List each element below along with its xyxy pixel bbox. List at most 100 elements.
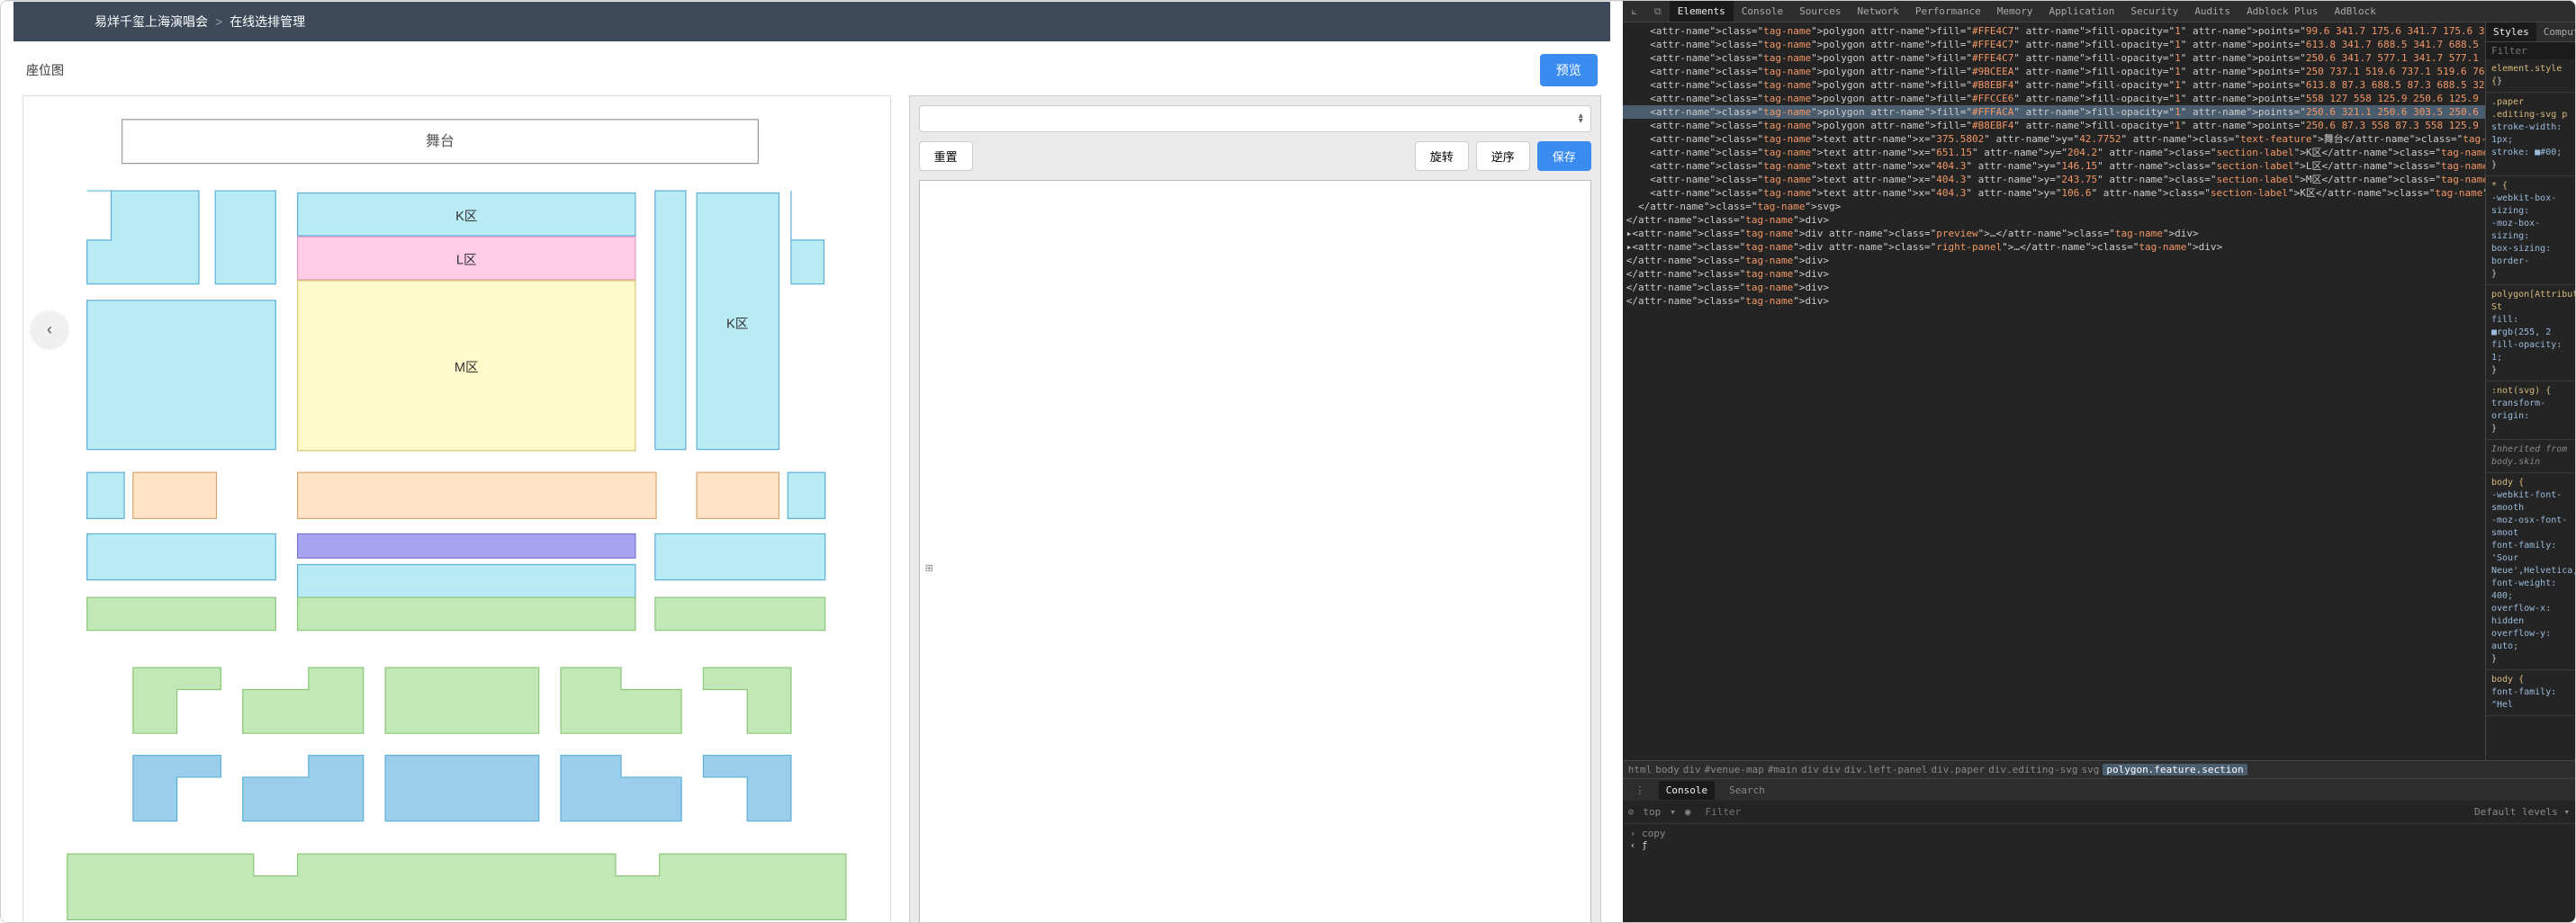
- feature[interactable]: [385, 756, 539, 821]
- console-clear-icon[interactable]: ⊘: [1628, 806, 1635, 818]
- console-tab[interactable]: Console: [1659, 781, 1715, 800]
- devtools-tab-performance[interactable]: Performance: [1907, 1, 1989, 22]
- dom-node[interactable]: <attr-name">class="tag-name">polygon att…: [1623, 119, 2485, 132]
- dom-node[interactable]: <attr-name">class="tag-name">text attr-n…: [1623, 173, 2485, 186]
- dom-node[interactable]: <attr-name">class="tag-name">text attr-n…: [1623, 146, 2485, 159]
- dom-node[interactable]: <attr-name">class="tag-name">polygon att…: [1623, 105, 2485, 119]
- dom-node[interactable]: <attr-name">class="tag-name">polygon att…: [1623, 78, 2485, 92]
- devtools-tab-application[interactable]: Application: [2040, 1, 2122, 22]
- feature[interactable]: [87, 472, 124, 518]
- feature-selected[interactable]: [298, 472, 656, 518]
- editing-svg[interactable]: 舞台 K区 L区 M区 K区: [23, 96, 890, 923]
- devtools-tab-elements[interactable]: Elements: [1670, 1, 1734, 22]
- dom-node[interactable]: <attr-name">class="tag-name">polygon att…: [1623, 38, 2485, 51]
- feature[interactable]: [87, 597, 276, 631]
- devtools-tab-adblock[interactable]: AdBlock: [2327, 1, 2384, 22]
- breadcrumb-node[interactable]: div.editing-svg: [1988, 764, 2077, 775]
- feature[interactable]: [561, 756, 681, 821]
- console-context[interactable]: top: [1643, 806, 1661, 818]
- reset-button[interactable]: 重置: [919, 141, 973, 171]
- rotate-button[interactable]: 旋转: [1415, 141, 1469, 171]
- feature[interactable]: [655, 533, 825, 579]
- feature[interactable]: [87, 191, 199, 284]
- breadcrumb-node[interactable]: #main: [1768, 764, 1797, 775]
- feature[interactable]: [298, 597, 635, 631]
- feature[interactable]: [215, 191, 275, 284]
- devtools-tab-console[interactable]: Console: [1734, 1, 1791, 22]
- dom-node[interactable]: </attr-name">class="tag-name">svg>: [1623, 200, 2485, 213]
- feature[interactable]: [87, 533, 276, 579]
- styles-tab-styles[interactable]: Styles: [2486, 22, 2536, 41]
- feature[interactable]: [243, 756, 364, 821]
- elements-breadcrumb[interactable]: htmlbodydiv#venue-map#maindivdivdiv.left…: [1623, 760, 2575, 778]
- dom-node[interactable]: <attr-name">class="tag-name">polygon att…: [1623, 24, 2485, 38]
- dom-node[interactable]: <attr-name">class="tag-name">text attr-n…: [1623, 132, 2485, 146]
- feature[interactable]: [788, 472, 824, 518]
- venue-map[interactable]: 舞台 K区 L区 M区 K区: [23, 95, 891, 923]
- save-button[interactable]: 保存: [1537, 141, 1591, 171]
- inspect-icon[interactable]: ⟀: [1623, 5, 1646, 18]
- breadcrumb-node[interactable]: div: [1683, 764, 1701, 775]
- nav-prev-button[interactable]: ‹: [32, 311, 68, 347]
- feature[interactable]: [133, 472, 217, 518]
- device-icon[interactable]: ⧉: [1646, 5, 1670, 18]
- dom-node[interactable]: </attr-name">class="tag-name">div>: [1623, 267, 2485, 281]
- reverse-button[interactable]: 逆序: [1476, 141, 1530, 171]
- breadcrumb-node[interactable]: div: [1801, 764, 1819, 775]
- dom-node[interactable]: </attr-name">class="tag-name">div>: [1623, 281, 2485, 294]
- breadcrumb-item-2[interactable]: 在线选排管理: [230, 13, 305, 31]
- dom-node[interactable]: </attr-name">class="tag-name">div>: [1623, 213, 2485, 227]
- feature[interactable]: [243, 668, 364, 733]
- feature[interactable]: [133, 668, 221, 733]
- feature[interactable]: [298, 565, 635, 598]
- feature[interactable]: [561, 668, 681, 733]
- feature[interactable]: [298, 533, 635, 558]
- breadcrumb-node[interactable]: html: [1628, 764, 1653, 775]
- dom-node[interactable]: <attr-name">class="tag-name">polygon att…: [1623, 92, 2485, 105]
- preview-button[interactable]: 预览: [1540, 54, 1598, 86]
- devtools-tab-sources[interactable]: Sources: [1791, 1, 1849, 22]
- styles-tab-computed[interactable]: Computed: [2536, 22, 2575, 41]
- eye-icon[interactable]: ◉: [1685, 806, 1691, 818]
- console-menu-icon[interactable]: ⋮: [1628, 784, 1652, 796]
- breadcrumb-node[interactable]: #venue-map: [1705, 764, 1764, 775]
- feature[interactable]: [87, 300, 276, 450]
- feature[interactable]: [703, 668, 790, 733]
- breadcrumb-item-1[interactable]: 易烊千玺上海演唱会: [95, 13, 208, 31]
- feature[interactable]: [133, 756, 221, 821]
- dom-node[interactable]: <attr-name">class="tag-name">text attr-n…: [1623, 159, 2485, 173]
- feature[interactable]: [791, 191, 824, 284]
- console-levels[interactable]: Default levels ▾: [2474, 806, 2570, 818]
- feature[interactable]: [655, 597, 825, 631]
- feature[interactable]: [703, 756, 790, 821]
- breadcrumb-node[interactable]: div.paper: [1932, 764, 1986, 775]
- feature[interactable]: [68, 854, 846, 919]
- feature[interactable]: [385, 668, 539, 733]
- feature[interactable]: [697, 472, 779, 518]
- devtools-tab-network[interactable]: Network: [1850, 1, 1907, 22]
- dom-node[interactable]: <attr-name">class="tag-name">text attr-n…: [1623, 186, 2485, 200]
- console-search-tab[interactable]: Search: [1722, 781, 1772, 800]
- breadcrumb-node[interactable]: svg: [2081, 764, 2099, 775]
- dom-node[interactable]: </attr-name">class="tag-name">div>: [1623, 254, 2485, 267]
- devtools-tab-adblock-plus[interactable]: Adblock Plus: [2238, 1, 2326, 22]
- feature[interactable]: [655, 191, 686, 450]
- devtools-tab-memory[interactable]: Memory: [1989, 1, 2041, 22]
- seat-canvas[interactable]: ⊞: [919, 180, 1591, 923]
- breadcrumb-node[interactable]: div: [1823, 764, 1841, 775]
- devtools-tab-audits[interactable]: Audits: [2186, 1, 2238, 22]
- breadcrumb-node[interactable]: body: [1655, 764, 1680, 775]
- styles-filter[interactable]: [2486, 42, 2575, 59]
- dom-node[interactable]: <attr-name">class="tag-name">polygon att…: [1623, 65, 2485, 78]
- dom-node[interactable]: ▸<attr-name">class="tag-name">div attr-n…: [1623, 227, 2485, 240]
- section-select[interactable]: ▴▾: [919, 105, 1591, 132]
- console-filter[interactable]: [1700, 803, 2465, 820]
- dom-node[interactable]: ▸<attr-name">class="tag-name">div attr-n…: [1623, 240, 2485, 254]
- breadcrumb-node[interactable]: polygon.feature.section: [2103, 764, 2247, 775]
- section-k2-label: K区: [726, 317, 748, 331]
- breadcrumb-node[interactable]: div.left-panel: [1844, 764, 1928, 775]
- devtools-tab-security[interactable]: Security: [2122, 1, 2186, 22]
- elements-tree[interactable]: <attr-name">class="tag-name">polygon att…: [1623, 22, 2485, 760]
- dom-node[interactable]: <attr-name">class="tag-name">polygon att…: [1623, 51, 2485, 65]
- dom-node[interactable]: </attr-name">class="tag-name">div>: [1623, 294, 2485, 308]
